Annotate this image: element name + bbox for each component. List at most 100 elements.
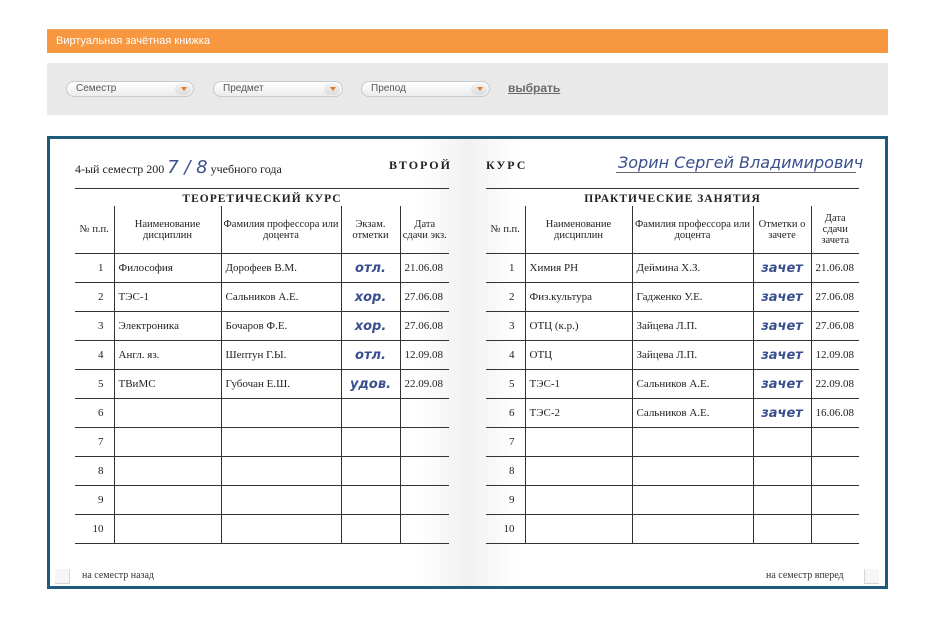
teacher-cell <box>631 456 753 486</box>
table-row: 7 <box>75 427 449 457</box>
name-underline <box>616 172 856 173</box>
divider <box>486 188 859 189</box>
row-number: 1 <box>75 253 114 283</box>
course-label: КУРС <box>486 158 528 172</box>
semester-select-label: Семестр <box>76 83 117 94</box>
table-row: 9 <box>75 485 449 515</box>
date-cell <box>810 456 859 486</box>
table-row: 9 <box>486 485 859 515</box>
semester-select[interactable]: Семестр <box>66 81 194 97</box>
teacher-cell: Сальников А.Е. <box>631 398 753 428</box>
subject-cell <box>524 427 632 457</box>
subject-cell <box>524 456 632 486</box>
teacher-cell: Зайцева Л.П. <box>631 340 753 370</box>
date-cell <box>399 427 449 457</box>
subject-cell <box>113 514 221 544</box>
column-header: Наименование дисциплин <box>113 206 221 254</box>
subject-cell: Философия <box>113 253 221 283</box>
header-bar: Виртуальная зачётная книжка <box>47 29 888 53</box>
row-number: 1 <box>486 253 525 283</box>
table-row: 4 Англ. яз. Шептун Г.Ы. отл. 12.09.08 <box>75 340 449 370</box>
teacher-cell: Сальников А.Е. <box>631 369 753 399</box>
semester-line: 4-ый семестр 200 7 / 8 учебного года <box>75 157 282 178</box>
teacher-cell <box>220 456 341 486</box>
prev-semester-link[interactable]: на семестр назад <box>82 570 154 581</box>
page-corner <box>55 569 70 584</box>
mark-cell: зачет <box>752 311 811 341</box>
date-cell: 12.09.08 <box>810 340 859 370</box>
teacher-select[interactable]: Препод <box>361 81 490 97</box>
mark-cell <box>752 485 811 515</box>
left-page: 4-ый семестр 200 7 / 8 учебного года ВТО… <box>50 139 468 586</box>
column-header: Отметки о зачете <box>752 206 811 254</box>
subject-cell <box>524 485 632 515</box>
subject-cell <box>113 427 221 457</box>
table-row: 4 ОТЦ Зайцева Л.П. зачет 12.09.08 <box>486 340 859 370</box>
mark-cell <box>752 427 811 457</box>
subject-cell: ТВиМС <box>113 369 221 399</box>
subject-cell: Химия РН <box>524 253 632 283</box>
date-cell <box>810 514 859 544</box>
mark-cell <box>340 456 400 486</box>
select-button[interactable]: выбрать <box>508 81 560 95</box>
row-number: 6 <box>486 398 525 428</box>
table-row: 5 ТЭС-1 Сальников А.Е. зачет 22.09.08 <box>486 369 859 399</box>
subject-cell: ОТЦ (к.р.) <box>524 311 632 341</box>
column-header: Фамилия профессора или доцента <box>631 206 753 254</box>
teacher-cell: Губочан Е.Ш. <box>220 369 341 399</box>
column-header: № п.п. <box>486 206 525 254</box>
mark-cell: удов. <box>340 369 400 399</box>
teacher-cell <box>631 485 753 515</box>
date-cell: 22.09.08 <box>810 369 859 399</box>
subject-cell: Электроника <box>113 311 221 341</box>
row-number: 9 <box>75 485 114 515</box>
date-cell <box>399 514 449 544</box>
date-cell <box>810 427 859 457</box>
mark-cell: хор. <box>340 311 400 341</box>
subject-cell: ТЭС-1 <box>524 369 632 399</box>
column-header: Фамилия профессора или доцента <box>220 206 341 254</box>
teacher-cell <box>220 514 341 544</box>
table-row: 2 ТЭС-1 Сальников А.Е. хор. 27.06.08 <box>75 282 449 312</box>
mark-cell: хор. <box>340 282 400 312</box>
divider <box>75 188 449 189</box>
subject-select[interactable]: Предмет <box>213 81 343 97</box>
subject-cell <box>113 485 221 515</box>
semester-label: 4-ый семестр 200 <box>75 162 165 176</box>
mark-cell: отл. <box>340 340 400 370</box>
row-number: 10 <box>75 514 114 544</box>
student-name: Зорин Сергей Владимирович <box>618 153 864 172</box>
table-row: 10 <box>486 514 859 544</box>
table-row: 5 ТВиМС Губочан Е.Ш. удов. 22.09.08 <box>75 369 449 399</box>
chevron-down-icon[interactable] <box>471 83 487 95</box>
teacher-cell: Деймина Х.З. <box>631 253 753 283</box>
filter-panel: Семестр Предмет Препод выбрать <box>47 63 888 115</box>
next-semester-link[interactable]: на семестр вперед <box>766 570 844 581</box>
table-row: 1 Философия Дорофеев В.М. отл. 21.06.08 <box>75 253 449 283</box>
row-number: 9 <box>486 485 525 515</box>
mark-cell <box>340 398 400 428</box>
date-cell: 27.06.08 <box>810 282 859 312</box>
row-number: 3 <box>486 311 525 341</box>
row-number: 7 <box>486 427 525 457</box>
date-cell <box>810 485 859 515</box>
right-page: КУРС Зорин Сергей Владимирович ПРАКТИЧЕС… <box>468 139 885 586</box>
table-row: 6 <box>75 398 449 428</box>
row-number: 4 <box>486 340 525 370</box>
subject-cell: Физ.культура <box>524 282 632 312</box>
subject-cell <box>113 398 221 428</box>
row-number: 8 <box>75 456 114 486</box>
date-cell <box>399 398 449 428</box>
subject-cell: Англ. яз. <box>113 340 221 370</box>
row-number: 2 <box>75 282 114 312</box>
academic-year: 7 / 8 <box>167 157 208 178</box>
date-cell: 21.06.08 <box>399 253 449 283</box>
right-section-title: ПРАКТИЧЕСКИЕ ЗАНЯТИЯ <box>584 193 761 205</box>
page-title: Виртуальная зачётная книжка <box>56 35 210 47</box>
chevron-down-icon[interactable] <box>175 83 191 95</box>
table-header: № п.п. Наименование дисциплин Фамилия проф… <box>75 206 449 254</box>
date-cell: 27.06.08 <box>810 311 859 341</box>
column-header: Экзам. отметки <box>340 206 400 254</box>
chevron-down-icon[interactable] <box>324 83 340 95</box>
row-number: 6 <box>75 398 114 428</box>
